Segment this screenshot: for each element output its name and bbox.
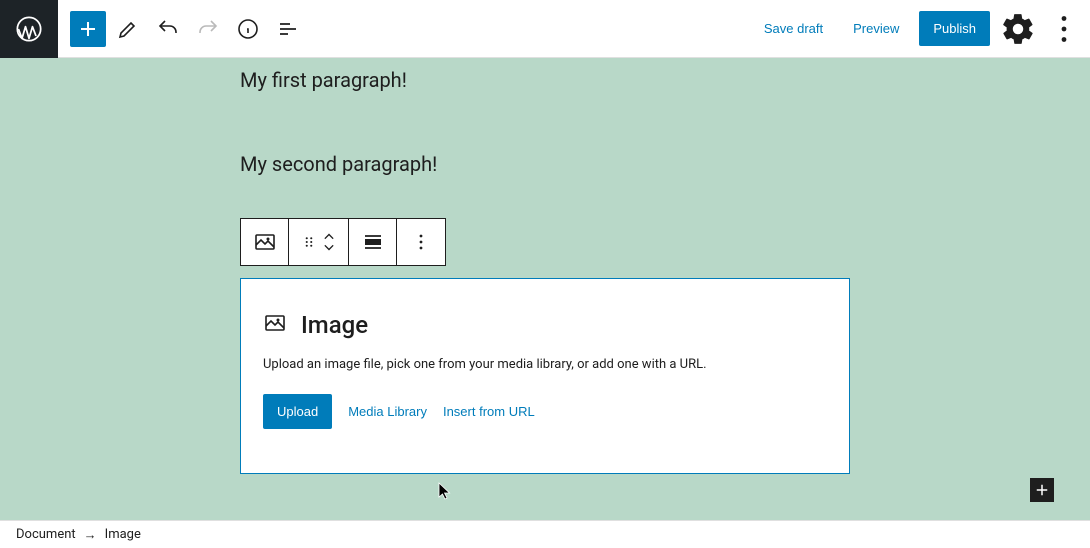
- add-block-button[interactable]: [70, 11, 106, 47]
- breadcrumb-bar: Document → Image: [0, 520, 1090, 548]
- insert-from-url-button[interactable]: Insert from URL: [443, 404, 535, 419]
- paragraph-block[interactable]: My second paragraph!: [240, 142, 850, 186]
- image-block-placeholder[interactable]: Image Upload an image file, pick one fro…: [240, 278, 850, 474]
- toolbar-right: Save draft Preview Publish: [754, 11, 1090, 47]
- breadcrumb-current[interactable]: Image: [105, 527, 141, 542]
- outline-button[interactable]: [270, 11, 306, 47]
- more-options-button[interactable]: [1046, 11, 1082, 47]
- image-block-title: Image: [301, 311, 368, 339]
- redo-button[interactable]: [190, 11, 226, 47]
- image-block-description: Upload an image file, pick one from your…: [263, 357, 827, 372]
- edit-mode-button[interactable]: [110, 11, 146, 47]
- preview-button[interactable]: Preview: [843, 13, 909, 44]
- add-block-inline-button[interactable]: [1030, 478, 1054, 502]
- block-align-button[interactable]: [349, 219, 397, 265]
- block-type-icon[interactable]: [241, 219, 289, 265]
- save-draft-button[interactable]: Save draft: [754, 13, 833, 44]
- block-move-handle[interactable]: [289, 219, 349, 265]
- media-library-button[interactable]: Media Library: [348, 404, 427, 419]
- editor-top-toolbar: Save draft Preview Publish: [0, 0, 1090, 58]
- info-button[interactable]: [230, 11, 266, 47]
- breadcrumb-root[interactable]: Document: [16, 527, 76, 542]
- editor-canvas[interactable]: My first paragraph! My second paragraph!: [0, 58, 1090, 520]
- block-toolbar: [240, 218, 446, 266]
- toolbar-left: [58, 11, 308, 47]
- paragraph-block[interactable]: My first paragraph!: [240, 58, 850, 102]
- chevron-right-icon: →: [84, 527, 97, 543]
- wp-logo[interactable]: [0, 0, 58, 58]
- block-more-button[interactable]: [397, 219, 445, 265]
- image-icon: [263, 311, 287, 339]
- upload-button[interactable]: Upload: [263, 394, 332, 429]
- publish-button[interactable]: Publish: [919, 11, 990, 46]
- settings-button[interactable]: [1000, 11, 1036, 47]
- undo-button[interactable]: [150, 11, 186, 47]
